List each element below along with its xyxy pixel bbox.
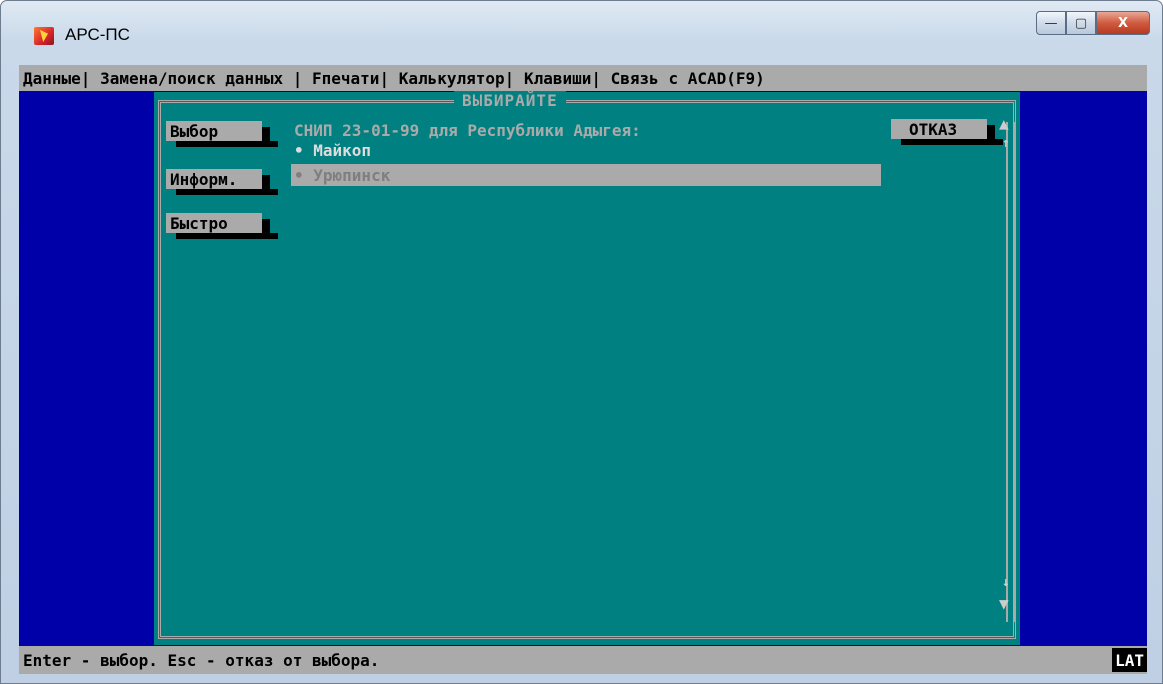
select-button[interactable]: Выбор (166, 121, 278, 147)
menu-item-data[interactable]: Данные (23, 69, 81, 88)
maximize-button[interactable]: ▢ (1066, 11, 1096, 35)
scroll-down-icon[interactable]: ↓ (1002, 575, 1010, 590)
status-bar: Enter - выбор. Esc - отказ от выбора. LA… (19, 646, 1147, 674)
window-title: АРС-ПС (65, 25, 130, 44)
menu-separator: | (591, 68, 611, 88)
list-item-uryupinsk[interactable]: • Урюпинск (291, 164, 881, 186)
menu-separator: | (80, 68, 101, 88)
list-item-maykop[interactable]: • Майкоп (294, 141, 371, 160)
scroll-up-icon[interactable]: ↑ (1002, 136, 1010, 151)
menu-item-print[interactable]: Fпечати (312, 69, 379, 88)
menu-bar: Данные | Замена/поиск данных | Fпечати | К… (19, 65, 1147, 91)
menu-separator: | (379, 68, 399, 88)
window-controls: — ▢ X (1036, 11, 1150, 39)
quick-button[interactable]: Быстро (166, 213, 278, 239)
list-heading: СНИП 23-01-99 для Республики Адыгея: (294, 121, 641, 140)
menu-separator: | (504, 68, 524, 88)
dos-screen: Данные | Замена/поиск данных | Fпечати | К… (19, 65, 1147, 674)
keyboard-layout-indicator: LAT (1112, 648, 1147, 672)
close-button[interactable]: X (1096, 11, 1150, 35)
scroll-up-arrow-icon[interactable]: ▲ (999, 114, 1009, 133)
title-bar[interactable]: АРС-ПС — ▢ X (1, 1, 1162, 65)
menu-separator: | (283, 68, 312, 88)
minimize-button[interactable]: — (1036, 11, 1066, 35)
app-window: АРС-ПС — ▢ X Данные | Замена/поиск данных… (0, 0, 1163, 684)
menu-item-keys[interactable]: Клавиши (524, 69, 591, 88)
scrollbar-track[interactable] (1006, 122, 1016, 622)
select-dialog: ВЫБИРАЙТЕ Выбор Информ. Быстро ОТКАЗ СНИ… (154, 91, 1020, 645)
info-button[interactable]: Информ. (166, 169, 278, 195)
app-icon[interactable] (34, 27, 54, 45)
dialog-title: ВЫБИРАЙТЕ (454, 91, 566, 110)
status-text: Enter - выбор. Esc - отказ от выбора. (23, 650, 380, 670)
menu-item-acad-link[interactable]: Связь с ACAD(F9) (611, 69, 765, 88)
menu-item-calculator[interactable]: Калькулятор (399, 69, 505, 88)
menu-item-replace-search[interactable]: Замена/поиск данных (100, 69, 283, 88)
scroll-down-arrow-icon[interactable]: ▼ (999, 594, 1009, 613)
cancel-button[interactable]: ОТКАЗ (891, 119, 1003, 145)
